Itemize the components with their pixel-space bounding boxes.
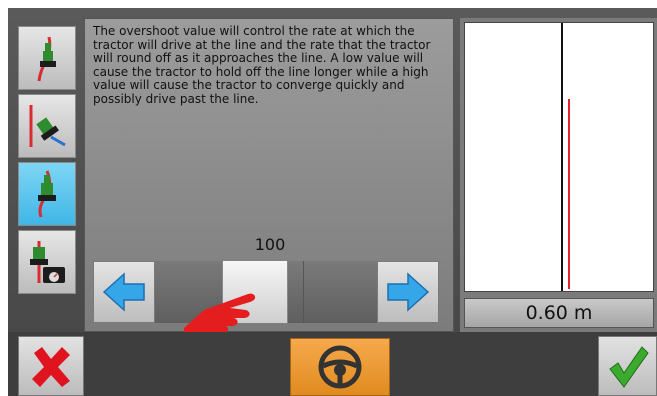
overshoot-description: The overshoot value will control the rat…	[93, 24, 431, 106]
steering-wheel-icon	[318, 345, 362, 389]
sidebar-item-line-tracking[interactable]	[18, 26, 76, 90]
app-window: The overshoot value will control the rat…	[8, 8, 657, 396]
tractor-line-icon	[37, 36, 56, 82]
tractor-overshoot-icon	[38, 170, 56, 218]
track-divider	[303, 261, 304, 323]
cancel-x-icon	[32, 347, 70, 387]
sidebar-item-overshoot[interactable]	[18, 162, 76, 226]
guidance-graph-panel: 0.60 m	[460, 18, 657, 332]
steering-button[interactable]	[290, 338, 390, 396]
guidance-graph	[464, 22, 654, 292]
sidebar-item-turn[interactable]	[18, 94, 76, 158]
arrow-right-icon	[387, 272, 430, 312]
guidance-line	[561, 23, 563, 291]
tractor-turn-icon	[29, 105, 66, 147]
overshoot-value: 100	[254, 235, 286, 254]
sidebar	[18, 26, 76, 298]
cancel-button[interactable]	[18, 336, 84, 396]
overshoot-slider[interactable]	[93, 261, 439, 323]
sidebar-item-speed[interactable]	[18, 230, 76, 294]
increase-button[interactable]	[377, 261, 439, 323]
top-edge	[0, 0, 657, 8]
decrease-button[interactable]	[93, 261, 155, 323]
offset-readout: 0.60 m	[464, 298, 654, 328]
arrow-left-icon	[102, 272, 145, 312]
tractor-path-line	[568, 99, 570, 289]
settings-panel: The overshoot value will control the rat…	[84, 18, 454, 332]
checkmark-icon	[608, 346, 649, 388]
tractor-speed-icon	[30, 241, 65, 283]
bottom-toolbar	[8, 332, 657, 396]
confirm-button[interactable]	[598, 336, 657, 396]
